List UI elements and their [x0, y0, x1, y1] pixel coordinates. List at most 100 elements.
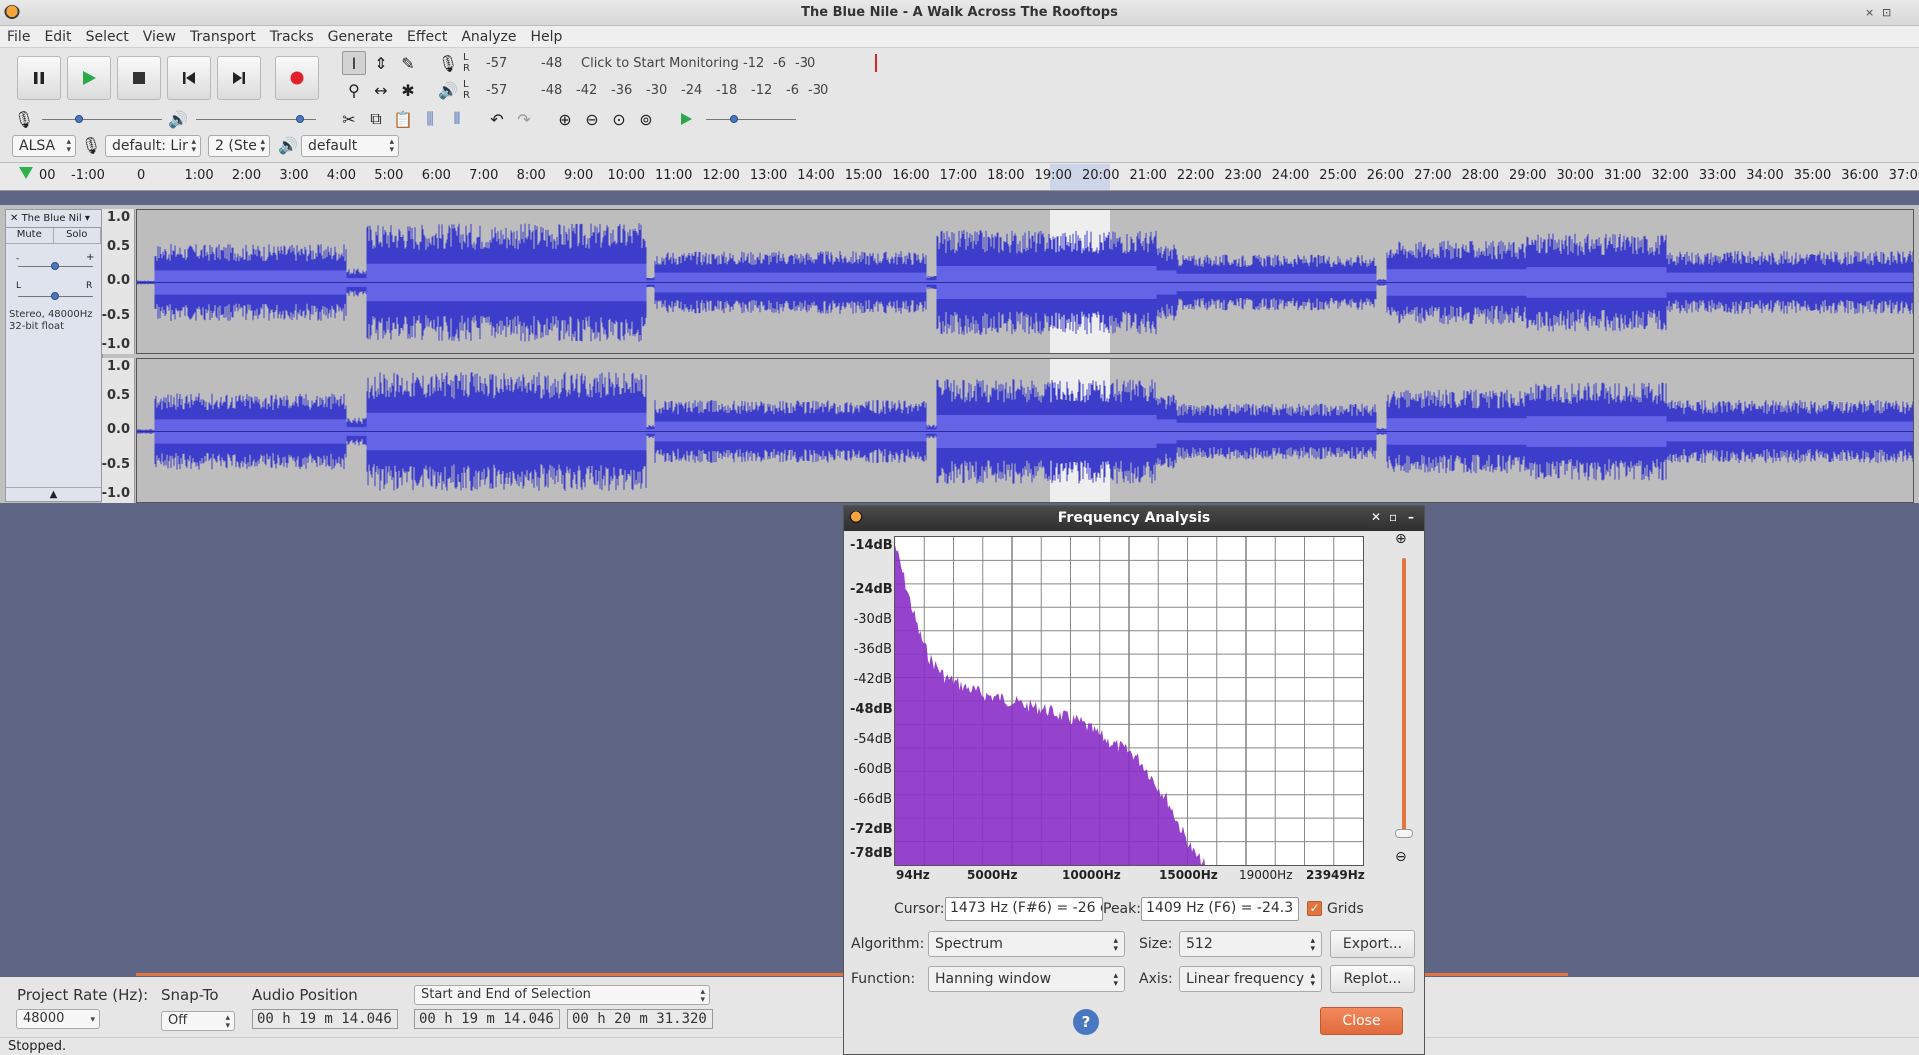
- collapse-track-button[interactable]: ▲: [6, 487, 101, 501]
- audio-host-select[interactable]: ALSA ▴ ▾: [12, 135, 76, 157]
- solo-button[interactable]: Solo: [54, 228, 101, 243]
- multi-tool[interactable]: ✱: [396, 78, 420, 102]
- snap-to-select[interactable]: Off ▴ ▾: [161, 1011, 235, 1031]
- playback-volume-slider[interactable]: [296, 115, 304, 123]
- replot-button[interactable]: Replot...: [1330, 965, 1415, 993]
- play-at-speed-button[interactable]: [674, 107, 698, 131]
- axis-select[interactable]: Linear frequency ▴ ▾: [1179, 966, 1322, 992]
- draw-tool[interactable]: ✎: [396, 51, 420, 75]
- selection-end-value: 00 h 20 m 31.320 s: [572, 1011, 713, 1027]
- ruler-tick: -1:00: [71, 168, 105, 183]
- skip-to-end-button[interactable]: [217, 56, 261, 100]
- copy-button[interactable]: ⧉: [364, 107, 388, 131]
- dialog-maximize-icon[interactable]: ▫: [1389, 510, 1397, 524]
- silence-button[interactable]: ⫴: [445, 107, 469, 131]
- dialog-close-icon[interactable]: ✕: [1371, 510, 1381, 524]
- gain-slider[interactable]: [51, 262, 59, 270]
- ruler-tick: 7:00: [469, 168, 499, 183]
- play-head-icon[interactable]: [19, 167, 33, 179]
- redo-button[interactable]: ↷: [512, 107, 536, 131]
- zoom-tool[interactable]: ⚲: [342, 78, 366, 102]
- track-close-icon[interactable]: ✕: [10, 213, 18, 224]
- algorithm-select[interactable]: Spectrum ▴ ▾: [928, 931, 1125, 957]
- waveform-right-channel[interactable]: [136, 358, 1914, 503]
- zoom-in-icon[interactable]: ⊕: [1395, 531, 1407, 547]
- checkmark-icon: ✓: [1309, 901, 1320, 915]
- menu-transport[interactable]: Transport: [183, 26, 263, 45]
- fit-selection-button[interactable]: ⊙: [607, 107, 631, 131]
- selection-tool[interactable]: I: [342, 51, 366, 75]
- close-button[interactable]: Close: [1320, 1007, 1403, 1035]
- vertical-zoom-slider[interactable]: [1395, 829, 1413, 838]
- selection-start-field[interactable]: 00 h 19 m 14.046 s: [414, 1009, 560, 1029]
- pause-button[interactable]: [17, 56, 61, 100]
- record-meter[interactable]: LR -57 -48 Click to Start Monitoring -12 -6-…: [463, 52, 872, 76]
- project-rate-select[interactable]: 48000 ▾: [16, 1009, 100, 1029]
- x-tick: 10000Hz: [1062, 868, 1121, 882]
- ruler-tick: 17:00: [939, 168, 978, 183]
- recording-volume-track[interactable]: [42, 119, 162, 120]
- menu-file[interactable]: File: [0, 26, 37, 45]
- start-monitoring-label[interactable]: Click to Start Monitoring: [581, 56, 743, 71]
- recording-volume-slider[interactable]: [75, 115, 83, 123]
- cut-button[interactable]: ✂: [337, 107, 361, 131]
- mute-button[interactable]: Mute: [6, 228, 54, 243]
- help-button[interactable]: ?: [1073, 1009, 1099, 1035]
- menu-tracks[interactable]: Tracks: [263, 26, 321, 45]
- trim-button[interactable]: ⫼: [418, 107, 442, 131]
- selection-mode-select[interactable]: Start and End of Selection ▴ ▾: [414, 985, 710, 1005]
- restore-window-icon[interactable]: ⊡: [1882, 6, 1891, 19]
- menu-analyze[interactable]: Analyze: [454, 26, 523, 45]
- record-meter-channels: LR: [463, 52, 470, 74]
- waveform-left-channel[interactable]: [136, 209, 1914, 354]
- menu-view[interactable]: View: [136, 26, 183, 45]
- paste-button[interactable]: 📋: [391, 107, 415, 131]
- play-speed-slider[interactable]: [730, 115, 738, 123]
- selection-end-field[interactable]: 00 h 20 m 31.320 s: [567, 1009, 713, 1029]
- play-speed-track[interactable]: [706, 119, 796, 120]
- timeline-ruler[interactable]: 00 -1:00 0 1:00 2:00 3:00 4:00 5:00 6:00 7:00 8:00…: [0, 163, 1919, 191]
- export-button[interactable]: Export...: [1330, 930, 1415, 958]
- record-meter-button[interactable]: 🎙: [436, 51, 460, 75]
- close-window-icon[interactable]: ×: [1865, 6, 1874, 19]
- grids-checkbox[interactable]: ✓: [1307, 901, 1322, 916]
- zoom-in-button[interactable]: ⊕: [553, 107, 577, 131]
- x-tick: 5000Hz: [967, 868, 1018, 882]
- size-select[interactable]: 512 ▴ ▾: [1179, 931, 1322, 957]
- envelope-tool[interactable]: ⇕: [369, 51, 393, 75]
- dialog-minimize-icon[interactable]: –: [1408, 510, 1414, 524]
- menu-edit[interactable]: Edit: [37, 26, 78, 45]
- spectrum-plot[interactable]: [894, 536, 1364, 866]
- menu-effect[interactable]: Effect: [400, 26, 454, 45]
- stop-button[interactable]: [117, 56, 161, 100]
- ruler-tick: 13:00: [749, 168, 788, 183]
- fit-project-button[interactable]: ⊚: [634, 107, 658, 131]
- zoom-out-button[interactable]: ⊖: [580, 107, 604, 131]
- zoom-out-icon[interactable]: ⊖: [1395, 849, 1407, 865]
- time-shift-tool[interactable]: ↔: [369, 78, 393, 102]
- vertical-zoom-track[interactable]: [1402, 558, 1406, 836]
- skip-to-start-button[interactable]: [167, 56, 211, 100]
- y-tick: -60dB: [853, 762, 892, 777]
- pan-left: L: [16, 281, 22, 291]
- track-name-menu[interactable]: ✕ The Blue Nil ▾: [6, 210, 101, 228]
- playback-meter-button[interactable]: 🔊: [436, 78, 460, 102]
- spin-arrows-icon: ▴ ▾: [389, 137, 394, 155]
- channels-select[interactable]: 2 (Ste ▴ ▾: [208, 135, 270, 157]
- record-button[interactable]: [275, 56, 319, 100]
- menu-help[interactable]: Help: [524, 26, 570, 45]
- function-select[interactable]: Hanning window ▴ ▾: [928, 966, 1125, 992]
- play-button[interactable]: [67, 56, 111, 100]
- menu-select[interactable]: Select: [79, 26, 136, 45]
- play-icon: [83, 71, 96, 85]
- function-value: Hanning window: [935, 971, 1052, 987]
- scissors-icon: ✂: [342, 109, 356, 129]
- pan-slider[interactable]: [51, 292, 59, 300]
- playback-meter[interactable]: LR -57 -48 -42 -36 -30 -24 -18 -12 -6 -30: [463, 79, 872, 103]
- menu-generate[interactable]: Generate: [321, 26, 400, 45]
- input-device-select[interactable]: default: Lir ▴ ▾: [105, 135, 201, 157]
- paste-icon: 📋: [393, 109, 413, 129]
- undo-button[interactable]: ↶: [485, 107, 509, 131]
- audio-position-field[interactable]: 00 h 19 m 14.046 s: [252, 1009, 398, 1029]
- output-device-select[interactable]: default ▴ ▾: [301, 135, 399, 157]
